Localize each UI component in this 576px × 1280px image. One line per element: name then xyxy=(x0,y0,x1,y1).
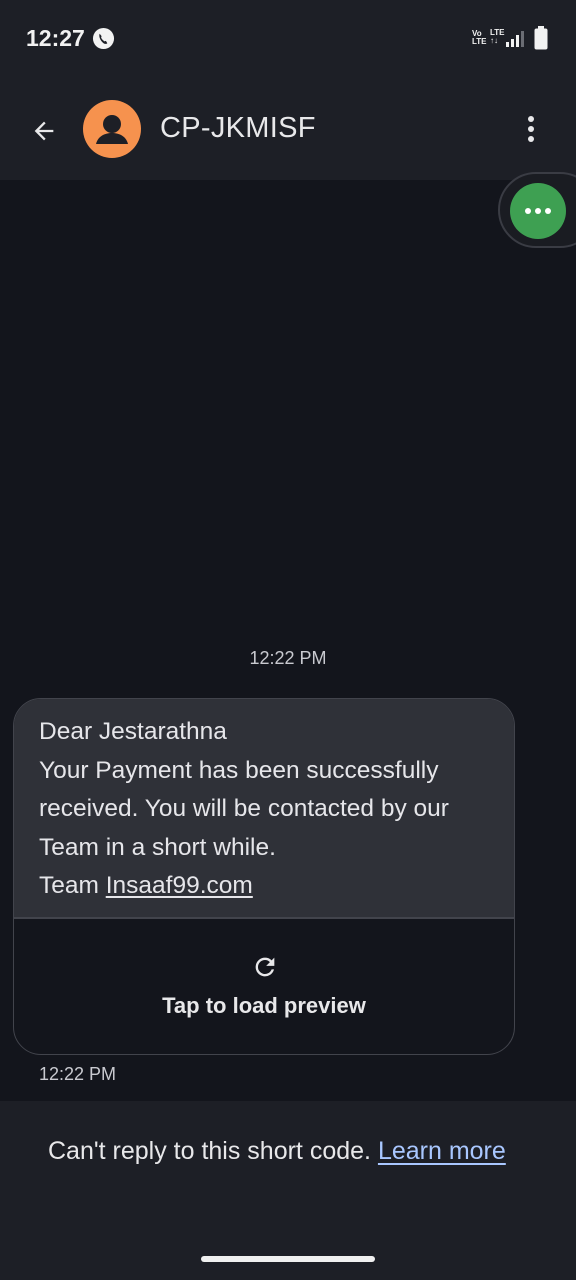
contact-name: CP-JKMISF xyxy=(160,112,316,144)
message-link[interactable]: Insaaf99.com xyxy=(106,872,253,899)
person-icon xyxy=(96,115,128,144)
reply-disabled-footer: Can't reply to this short code. Learn mo… xyxy=(0,1101,576,1280)
back-button[interactable] xyxy=(22,109,66,153)
contact-avatar[interactable] xyxy=(83,100,141,158)
load-preview-label: Tap to load preview xyxy=(162,993,366,1018)
more-actions-button[interactable] xyxy=(510,183,566,239)
message-timestamp: 12:22 PM xyxy=(249,648,327,668)
message-greeting: Dear Jestarathna xyxy=(39,718,227,745)
signal-icon xyxy=(506,31,524,47)
status-time: 12:27 xyxy=(26,25,85,51)
short-code-notice: Can't reply to this short code. Learn mo… xyxy=(48,1137,506,1165)
home-indicator[interactable] xyxy=(201,1256,375,1262)
floating-actions-tab xyxy=(498,172,576,248)
link-preview[interactable]: Tap to load preview xyxy=(14,919,514,1054)
learn-more-link[interactable]: Learn more xyxy=(378,1137,506,1165)
message-sent-time: 12:22 PM xyxy=(39,1064,117,1084)
more-vert-icon xyxy=(528,116,534,142)
more-horiz-icon xyxy=(525,208,551,214)
status-bar: 12:27 Vo LTE LTE ↑↓ xyxy=(0,0,576,80)
message-content: Your Payment has been successfully recei… xyxy=(39,756,449,861)
message-signature: Team Insaaf99.com xyxy=(39,872,253,899)
lte-indicator: LTE ↑↓ xyxy=(490,28,505,45)
overflow-menu-button[interactable] xyxy=(510,108,552,150)
battery-icon xyxy=(534,26,548,50)
conversation-header: CP-JKMISF xyxy=(0,80,576,180)
message-bubble[interactable]: Dear Jestarathna Your Payment has been s… xyxy=(13,698,515,1055)
phone-call-icon xyxy=(92,27,115,50)
message-body: Dear Jestarathna Your Payment has been s… xyxy=(14,699,514,917)
refresh-icon xyxy=(255,957,275,977)
volte-indicator: Vo LTE xyxy=(472,29,487,46)
arrow-left-icon xyxy=(34,121,54,141)
